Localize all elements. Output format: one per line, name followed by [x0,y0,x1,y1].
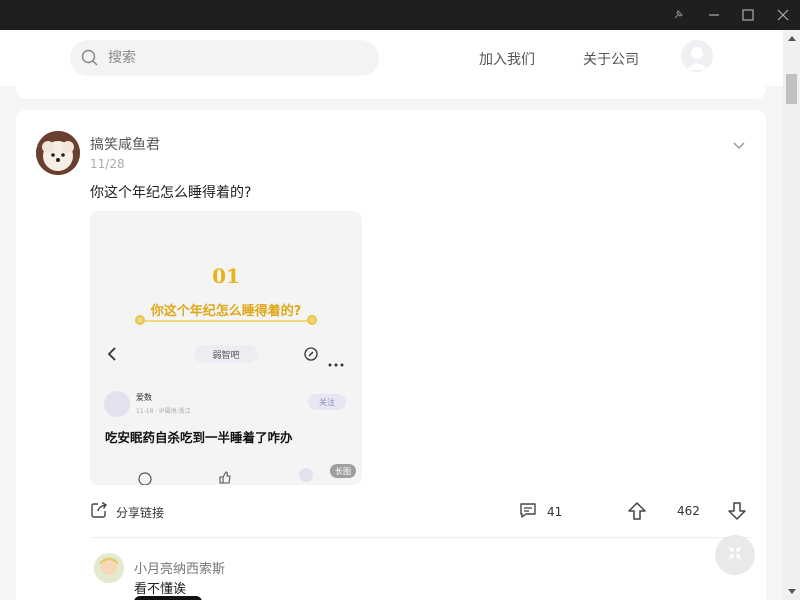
user-avatar[interactable] [681,40,713,72]
more-icon [328,352,344,371]
image-dot-left [135,315,145,325]
share-label: 分享链接 [116,505,165,520]
search-box[interactable] [70,40,379,76]
edit-icon [304,346,318,365]
scrollbar[interactable] [783,30,800,600]
author-avatar[interactable] [36,131,80,175]
minimize-icon[interactable] [697,0,731,30]
commenter-avatar[interactable] [94,553,124,583]
collapse-icon [727,545,743,565]
downvote-icon[interactable] [727,501,747,521]
image-question: 你这个年纪怎么睡得着的? [150,304,302,319]
pin-icon[interactable] [661,0,695,30]
follow-label: 关注 [319,397,335,407]
forum-pill: 弱智吧 [194,345,258,363]
commenter-name[interactable]: 小月亮纳西索斯 [134,558,225,577]
author-name[interactable]: 搞笑咸鱼君 [90,134,160,154]
scrollbar-thumb[interactable] [786,74,797,104]
inner-like-icon [218,469,232,485]
scroll-up-icon[interactable] [783,30,800,47]
inner-avatar [104,391,130,417]
comment-tag [134,596,202,600]
collapse-button[interactable] [715,535,755,575]
scroll-down-icon[interactable] [783,583,800,600]
post-date: 11/28 [90,157,125,171]
vote-count: 462 [677,504,700,518]
app-header: 加入我们 关于公司 [0,30,783,86]
chevron-down-icon[interactable] [730,136,748,154]
close-icon[interactable] [766,0,800,30]
comment-count: 41 [547,505,563,519]
share-icon [90,501,108,523]
inner-follow: 关注 [308,394,346,410]
forum-name: 弱智吧 [212,350,240,361]
search-input[interactable] [108,40,368,76]
search-icon [81,49,99,71]
share-link-button[interactable]: 分享链接 [90,501,165,523]
post-title: 你这个年纪怎么睡得着的? [90,185,252,201]
comment-icon [519,501,537,523]
inner-meta: 11-18 · IP属地:浙江 [136,408,191,415]
maximize-icon[interactable] [731,0,765,30]
inner-small-avatar [299,468,313,482]
comment-text: 看不懂诶 [134,582,187,597]
inner-post-text: 吃安眠药自杀吃到一半睡着了咋办 [105,430,293,445]
nav-about-company[interactable]: 关于公司 [583,49,639,69]
long-image-badge: 长图 [330,464,356,478]
inner-username: 爱数 [136,393,152,402]
window-titlebar [0,0,800,30]
image-dot-right [307,315,317,325]
inner-share-icon [138,471,152,485]
post-image[interactable]: 01 你这个年纪怎么睡得着的? 弱智吧 爱数 11-18 · IP属地:浙江 关… [90,211,362,485]
previous-card-edge [16,86,766,99]
divider [90,537,750,538]
upvote-icon[interactable] [627,501,647,521]
back-arrow-icon [106,346,118,366]
comment-button[interactable]: 41 [519,502,562,522]
image-underline [142,320,310,322]
nav-join-us[interactable]: 加入我们 [479,49,535,69]
image-number: 01 [212,264,240,288]
long-image-label: 长图 [335,466,351,476]
